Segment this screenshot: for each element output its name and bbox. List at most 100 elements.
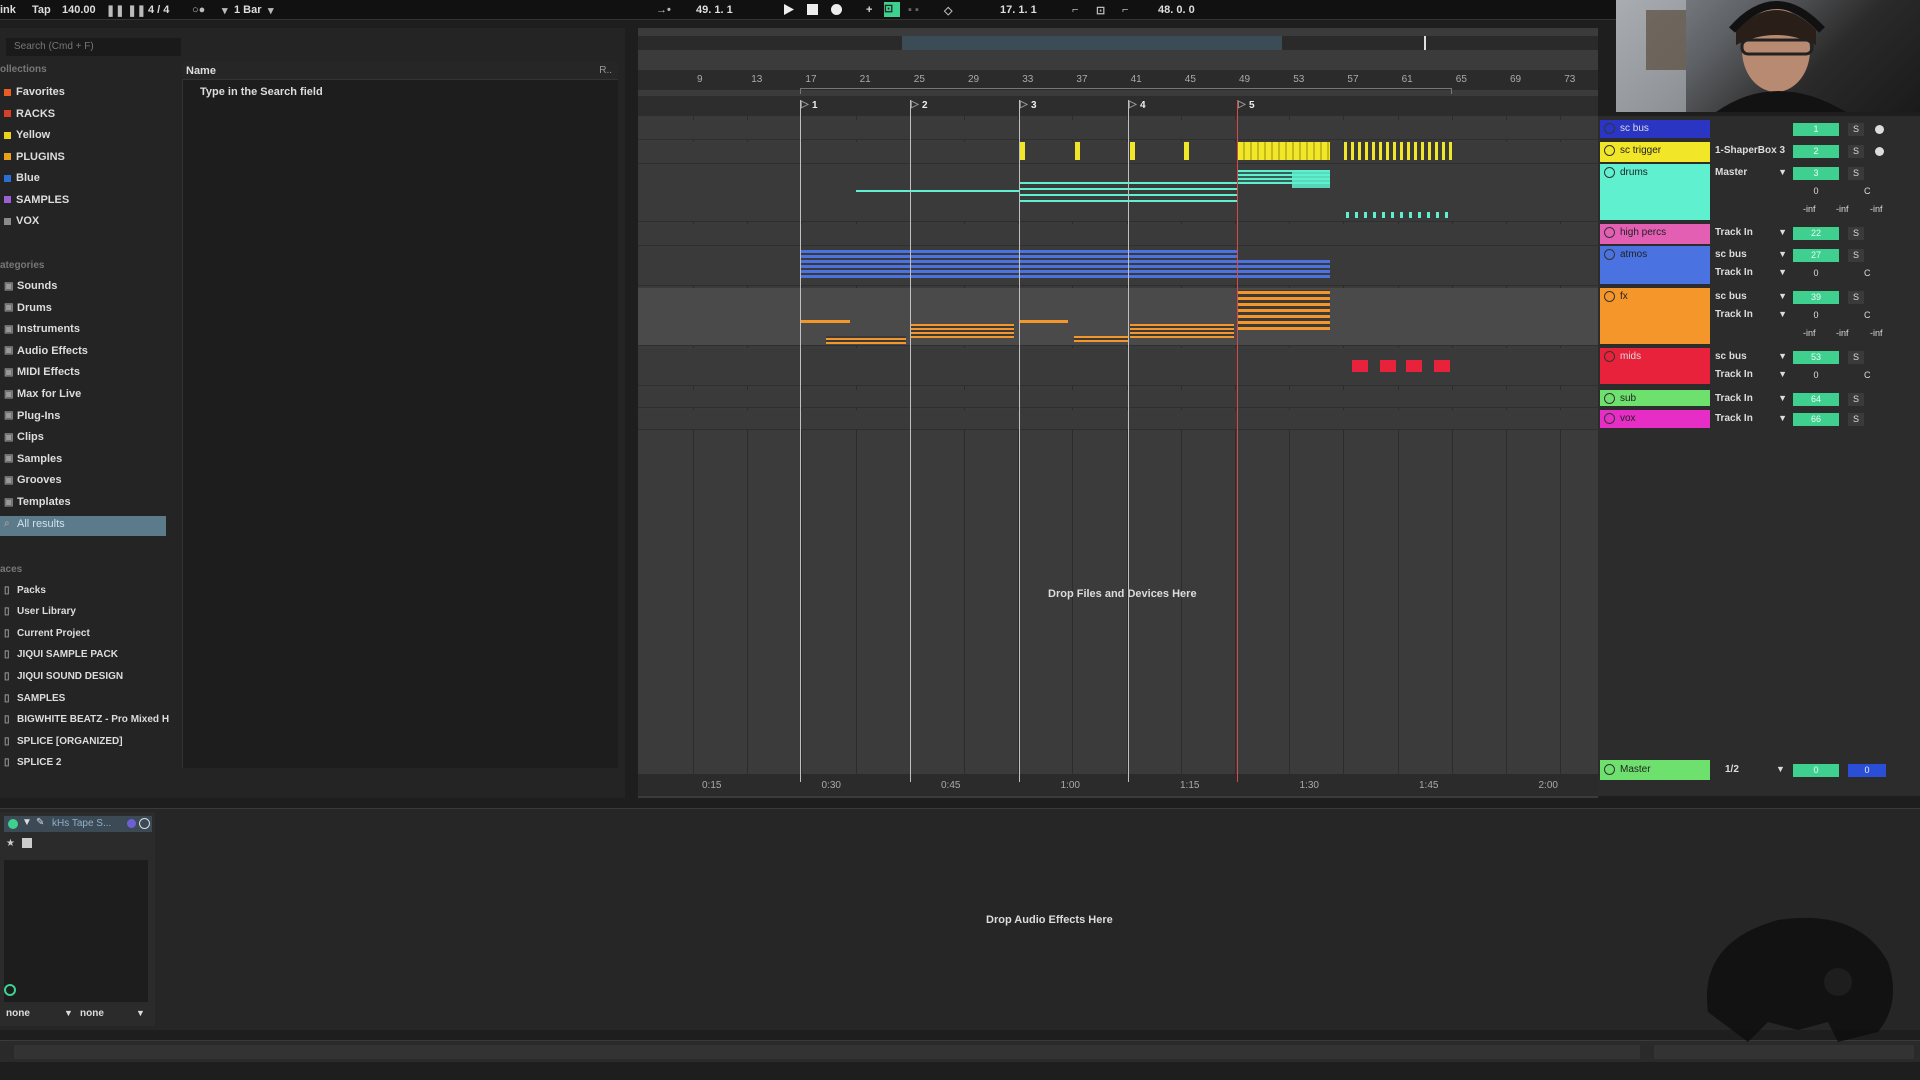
place-item[interactable]: ▯ BIGWHITE BEATZ - Pro Mixed H	[0, 710, 170, 730]
quantize-select[interactable]: 1 Bar	[234, 4, 262, 16]
arm-record-icon[interactable]	[1875, 125, 1884, 134]
chevron-down-icon[interactable]: ▼	[64, 1008, 73, 1018]
device-power-icon[interactable]	[8, 819, 18, 829]
record-icon[interactable]	[830, 3, 843, 16]
track-header[interactable]: fx	[1600, 288, 1710, 344]
category-item[interactable]: ▣ Samples	[0, 449, 170, 469]
track-routing-select[interactable]: sc bus ▼	[1715, 249, 1787, 263]
device-fold-icon[interactable]: ▼	[22, 817, 32, 828]
device-edit-icon[interactable]: ✎	[36, 817, 44, 828]
track-header[interactable]: sc trigger	[1600, 142, 1710, 162]
track-volume[interactable]: 53	[1793, 351, 1839, 364]
locator-flag-icon[interactable]: ▷	[801, 99, 809, 110]
capture-icon[interactable]: ◇	[944, 4, 952, 17]
track-lane[interactable]	[638, 142, 1598, 164]
device-title-bar[interactable]: ▼ ✎ kHs Tape S...	[4, 816, 152, 832]
loop-start[interactable]: 17. 1. 1	[1000, 4, 1037, 16]
follow-icon[interactable]: →•	[656, 4, 671, 16]
category-item[interactable]: ▣ Audio Effects	[0, 341, 170, 361]
track-lane[interactable]	[638, 410, 1598, 430]
clip-fx[interactable]	[1130, 324, 1234, 338]
track-header[interactable]: high percs	[1600, 224, 1710, 244]
track-activator-icon[interactable]	[1604, 393, 1615, 404]
place-item[interactable]: ▯ Current Project	[0, 623, 170, 643]
clip-drums[interactable]	[1346, 212, 1454, 218]
clip-fx[interactable]	[910, 324, 1014, 338]
solo-button[interactable]: S	[1848, 167, 1864, 180]
clip-mids[interactable]	[1434, 360, 1450, 372]
track-volume[interactable]: 39	[1793, 291, 1839, 304]
track-header-master[interactable]: Master	[1600, 760, 1710, 780]
pan-center[interactable]: C	[1864, 186, 1871, 196]
track-activator-icon[interactable]	[1604, 123, 1615, 134]
link-button[interactable]: ink	[0, 4, 16, 16]
place-item[interactable]: ▯ JIQUI SAMPLE PACK	[0, 645, 170, 665]
track-lane[interactable]	[638, 224, 1598, 246]
track-routing-select[interactable]: Track In ▼	[1715, 393, 1787, 407]
place-item[interactable]: ▯ SPLICE [ORGANIZED]	[0, 731, 170, 751]
metronome-icon[interactable]: ○●	[192, 4, 205, 16]
solo-button[interactable]: S	[1848, 291, 1864, 304]
play-icon[interactable]	[782, 3, 795, 16]
track-routing-select[interactable]: sc bus ▼	[1715, 291, 1787, 305]
track-volume[interactable]: 2	[1793, 145, 1839, 158]
loop-icon[interactable]: ⊡	[1096, 4, 1105, 17]
track-volume[interactable]: 1	[1793, 123, 1839, 136]
re-enable-automation-icon[interactable]: ▪ ▪	[908, 4, 919, 16]
clip-mids[interactable]	[1380, 360, 1396, 372]
category-item[interactable]: ▣ Grooves	[0, 470, 170, 490]
clip-fx[interactable]	[1238, 290, 1330, 330]
track-routing-select[interactable]: Track In ▼	[1715, 413, 1787, 427]
solo-button[interactable]: S	[1848, 249, 1864, 262]
collection-item[interactable]: VOX	[0, 211, 170, 231]
category-item[interactable]: ▣ Instruments	[0, 319, 170, 339]
collection-item[interactable]: Favorites	[0, 82, 170, 102]
clip-sc-trigger[interactable]	[1020, 142, 1025, 160]
track-input-select[interactable]: Track In ▼	[1715, 267, 1787, 281]
collection-item[interactable]: Blue	[0, 168, 170, 188]
category-item[interactable]: ⌕ All results	[0, 514, 170, 534]
track-pan-value[interactable]: 0	[1793, 309, 1839, 322]
clip-fx[interactable]	[800, 320, 850, 323]
solo-button[interactable]: S	[1848, 413, 1864, 426]
clip-mids[interactable]	[1406, 360, 1422, 372]
device-view[interactable]	[0, 808, 1920, 1030]
device-map-icon[interactable]	[127, 819, 136, 828]
category-item[interactable]: ▣ Drums	[0, 298, 170, 318]
chevron-down-icon[interactable]: ▼	[1776, 764, 1785, 774]
clip-fx[interactable]	[826, 336, 906, 344]
track-volume[interactable]: 27	[1793, 249, 1839, 262]
clip-drums[interactable]	[1292, 170, 1330, 188]
track-routing-select[interactable]: Track In ▼	[1715, 227, 1787, 241]
track-activator-icon[interactable]	[1604, 764, 1615, 775]
place-item[interactable]: ▯ JIQUI SOUND DESIGN	[0, 666, 170, 686]
place-item[interactable]: ▯ User Library	[0, 602, 170, 622]
song-position[interactable]: 49. 1. 1	[696, 4, 733, 16]
clip-sc-trigger[interactable]	[1075, 142, 1080, 160]
locator-label[interactable]: 1	[812, 100, 818, 111]
overdub-icon[interactable]: +	[866, 4, 872, 16]
track-volume[interactable]: 3	[1793, 167, 1839, 180]
overview-strip[interactable]	[638, 36, 1598, 50]
arm-record-icon[interactable]	[1875, 147, 1884, 156]
time-signature[interactable]: 4 / 4	[148, 4, 169, 16]
locator-flag-icon[interactable]: ▷	[1020, 99, 1028, 110]
master-output-select[interactable]: 1/2	[1725, 764, 1739, 775]
solo-button[interactable]: S	[1848, 393, 1864, 406]
place-item[interactable]: ▯ SPLICE 2	[0, 753, 170, 773]
track-volume[interactable]: 64	[1793, 393, 1839, 406]
track-input-select[interactable]: Track In ▼	[1715, 309, 1787, 323]
category-item[interactable]: ▣ MIDI Effects	[0, 362, 170, 382]
clip-fx[interactable]	[1074, 336, 1128, 342]
locator-label[interactable]: 3	[1031, 100, 1037, 111]
pan-center[interactable]: C	[1864, 310, 1871, 320]
tap-button[interactable]: Tap	[32, 4, 51, 16]
device-star-icon[interactable]: ★	[6, 838, 15, 849]
collection-item[interactable]: RACKS	[0, 104, 170, 124]
track-activator-icon[interactable]	[1604, 413, 1615, 424]
clip-sc-trigger[interactable]	[1238, 142, 1330, 160]
solo-button[interactable]: S	[1848, 145, 1864, 158]
loop-brace[interactable]	[800, 88, 1452, 94]
category-item[interactable]: ▣ Plug-Ins	[0, 406, 170, 426]
category-item[interactable]: ▣ Sounds	[0, 276, 170, 296]
